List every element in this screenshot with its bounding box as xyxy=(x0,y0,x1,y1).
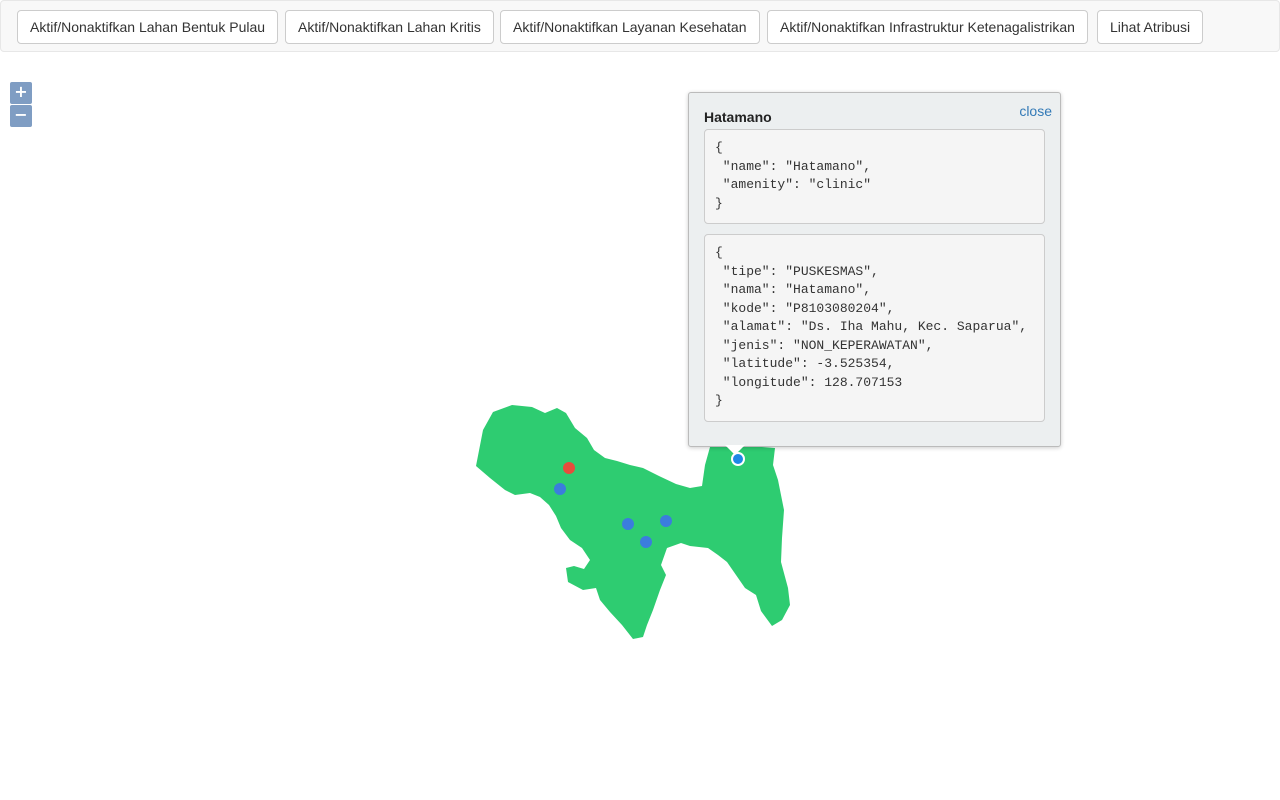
feature-popup: Hatamano close { "name": "Hatamano", "am… xyxy=(688,92,1061,455)
osm-properties-json: { "name": "Hatamano", "amenity": "clinic… xyxy=(704,129,1045,224)
popup-close-link[interactable]: close xyxy=(1019,103,1052,119)
health-marker[interactable] xyxy=(660,515,672,527)
map-canvas[interactable] xyxy=(0,0,1280,800)
health-marker[interactable] xyxy=(622,518,634,530)
health-marker[interactable] xyxy=(554,483,566,495)
popup-title: Hatamano xyxy=(704,109,772,125)
health-marker[interactable] xyxy=(640,536,652,548)
electric-marker[interactable] xyxy=(563,462,575,474)
popup-pointer xyxy=(725,445,745,455)
facility-details-json: { "tipe": "PUSKESMAS", "nama": "Hatamano… xyxy=(704,234,1045,422)
